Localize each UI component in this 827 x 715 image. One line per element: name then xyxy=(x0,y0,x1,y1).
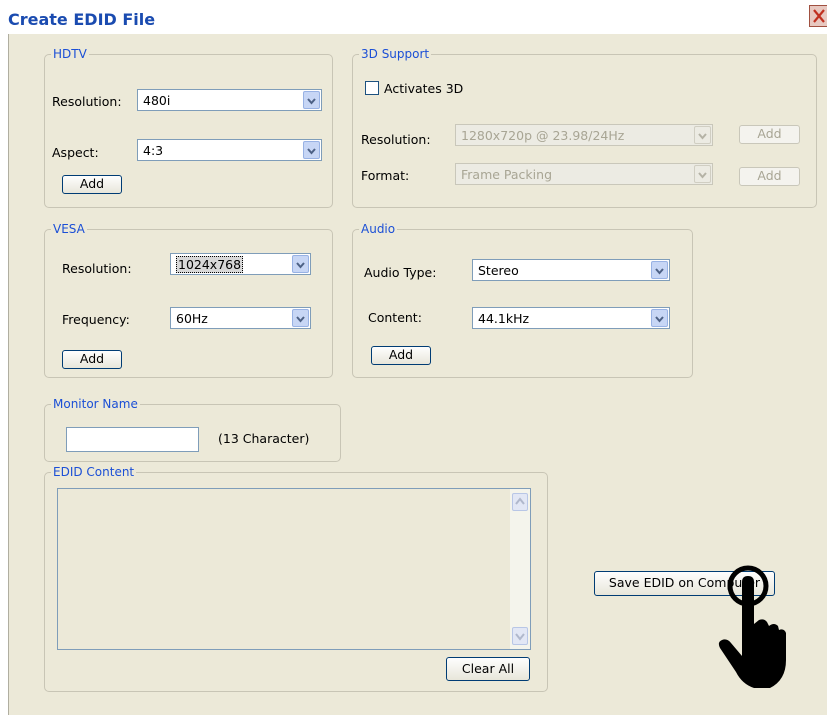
window-title: Create EDID File xyxy=(8,10,156,29)
hdtv-aspect-label: Aspect: xyxy=(52,145,99,160)
chevron-up-icon xyxy=(515,497,525,505)
3d-resolution-value: 1280x720p @ 23.98/24Hz xyxy=(461,128,625,143)
audio-content-value: 44.1kHz xyxy=(478,311,530,326)
3d-format-select[interactable]: Frame Packing xyxy=(455,163,713,185)
3d-support-legend: 3D Support xyxy=(361,47,430,61)
3d-add-button-2[interactable]: Add xyxy=(739,167,800,186)
vesa-resolution-label: Resolution: xyxy=(62,261,132,276)
hdtv-resolution-select[interactable]: 480i xyxy=(137,89,322,111)
chevron-down-icon[interactable] xyxy=(694,165,711,183)
chevron-down-icon xyxy=(515,633,525,641)
vesa-frequency-value: 60Hz xyxy=(176,311,208,326)
audio-type-label: Audio Type: xyxy=(364,265,437,280)
audio-add-button[interactable]: Add xyxy=(371,346,431,365)
3d-format-label: Format: xyxy=(361,168,410,183)
activates-3d-label: Activates 3D xyxy=(384,81,464,96)
hdtv-add-button[interactable]: Add xyxy=(62,175,122,194)
audio-content-label: Content: xyxy=(368,310,422,325)
chevron-down-icon[interactable] xyxy=(651,309,668,327)
edid-content-textarea[interactable] xyxy=(57,488,531,650)
audio-type-value: Stereo xyxy=(478,263,519,278)
audio-type-select[interactable]: Stereo xyxy=(472,259,670,281)
chevron-down-icon[interactable] xyxy=(694,126,711,144)
edid-content-legend: EDID Content xyxy=(53,465,135,479)
vesa-resolution-value: 1024x768 xyxy=(176,256,244,273)
activates-3d-checkbox[interactable] xyxy=(365,81,379,95)
vesa-frequency-select[interactable]: 60Hz xyxy=(170,307,311,329)
chevron-down-icon[interactable] xyxy=(651,261,668,279)
close-icon xyxy=(813,9,825,23)
monitor-name-input[interactable] xyxy=(66,427,199,452)
vesa-frequency-label: Frequency: xyxy=(62,312,130,327)
hand-pointer-icon xyxy=(718,565,786,688)
hdtv-aspect-value: 4:3 xyxy=(143,143,164,158)
monitor-name-legend: Monitor Name xyxy=(53,397,138,411)
chevron-down-icon[interactable] xyxy=(292,309,309,327)
edid-scrollbar[interactable] xyxy=(510,489,530,649)
clear-all-button[interactable]: Clear All xyxy=(446,657,530,681)
hdtv-resolution-value: 480i xyxy=(143,93,171,108)
monitor-name-hint: (13 Character) xyxy=(218,431,310,446)
audio-content-select[interactable]: 44.1kHz xyxy=(472,307,670,329)
audio-legend: Audio xyxy=(361,222,396,236)
vesa-legend: VESA xyxy=(53,222,85,236)
hdtv-aspect-select[interactable]: 4:3 xyxy=(137,139,322,161)
3d-format-value: Frame Packing xyxy=(461,167,552,182)
hdtv-resolution-label: Resolution: xyxy=(52,94,122,109)
3d-add-button-1[interactable]: Add xyxy=(739,125,800,144)
scroll-down-button[interactable] xyxy=(512,627,528,645)
chevron-down-icon[interactable] xyxy=(303,141,320,159)
hdtv-legend: HDTV xyxy=(53,47,87,61)
close-button[interactable] xyxy=(809,5,827,27)
chevron-down-icon[interactable] xyxy=(292,255,309,273)
chevron-down-icon[interactable] xyxy=(303,91,320,109)
title-bar: Create EDID File xyxy=(0,0,827,34)
scroll-up-button[interactable] xyxy=(512,493,528,511)
vesa-resolution-select[interactable]: 1024x768 xyxy=(170,253,311,275)
3d-resolution-label: Resolution: xyxy=(361,132,431,147)
vesa-add-button[interactable]: Add xyxy=(62,350,122,369)
3d-resolution-select[interactable]: 1280x720p @ 23.98/24Hz xyxy=(455,124,713,146)
